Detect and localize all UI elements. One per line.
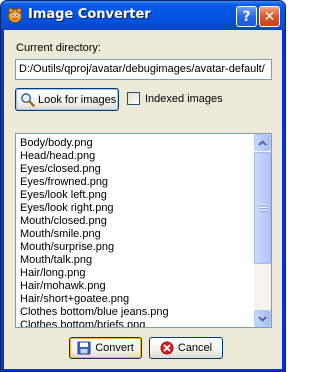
cancel-button[interactable]: Cancel [149,337,223,359]
app-logo-icon [8,7,22,23]
convert-label: Convert [95,342,134,354]
list-item[interactable]: Clothes bottom/briefs.png [20,319,254,327]
list-item[interactable]: Hair/mohawk.png [20,280,254,293]
close-icon: ✕ [263,8,276,25]
chevron-up-icon [258,139,267,146]
list-item[interactable]: Head/head.png [20,150,254,163]
help-button[interactable]: ? [236,6,257,27]
cancel-label: Cancel [177,342,213,354]
list-item[interactable]: Clothes bottom/blue jeans.png [20,306,254,319]
grip-line [259,204,267,205]
current-directory-label: Current directory: [16,42,101,54]
list-item[interactable]: Hair/short+goatee.png [20,293,254,306]
convert-button[interactable]: Convert [69,337,142,359]
list-item[interactable]: Mouth/talk.png [20,254,254,267]
list-item[interactable]: Eyes/frowned.png [20,176,254,189]
list-item[interactable]: Mouth/closed.png [20,215,254,228]
grip-line [259,207,267,208]
list-item[interactable]: Mouth/surprise.png [20,241,254,254]
list-item[interactable]: Body/body.png [20,137,254,150]
indexed-images-checkbox[interactable] [127,92,140,105]
dialog-body: Current directory: D:/Outils/qproj/avata… [4,30,282,369]
directory-path-field[interactable]: D:/Outils/qproj/avatar/debugimages/avata… [15,59,272,80]
list-item[interactable]: Eyes/look left.png [20,189,254,202]
floppy-disk-icon [77,341,91,355]
vertical-scrollbar[interactable] [254,134,271,327]
image-converter-window: Image Converter ? ✕ Current directory: D… [0,0,286,372]
list-item[interactable]: Hair/long.png [20,267,254,280]
list-item[interactable]: Eyes/look right.png [20,202,254,215]
directory-path-value: D:/Outils/qproj/avatar/debugimages/avata… [19,63,265,75]
look-for-images-button[interactable]: Look for images [15,88,119,111]
indexed-images-label: Indexed images [145,92,223,105]
look-for-images-label: Look for images [38,93,117,106]
chevron-down-icon [258,315,267,322]
scroll-thumb[interactable] [254,152,271,264]
image-file-list[interactable]: Body/body.png Head/head.png Eyes/closed.pn… [15,133,272,328]
scroll-down-button[interactable] [254,310,271,327]
scroll-up-button[interactable] [254,134,271,151]
list-item[interactable]: Eyes/closed.png [20,163,254,176]
list-item[interactable]: Mouth/smile.png [20,228,254,241]
close-button[interactable]: ✕ [259,6,280,27]
title-bar[interactable]: Image Converter ? ✕ [1,1,285,30]
indexed-images-option[interactable]: Indexed images [127,92,223,105]
grip-line [259,210,267,211]
magnifier-icon [21,93,35,107]
file-list-items: Body/body.png Head/head.png Eyes/closed.pn… [20,137,254,327]
cancel-icon [160,341,174,355]
window-title: Image Converter [28,7,151,22]
help-icon: ? [242,8,251,25]
